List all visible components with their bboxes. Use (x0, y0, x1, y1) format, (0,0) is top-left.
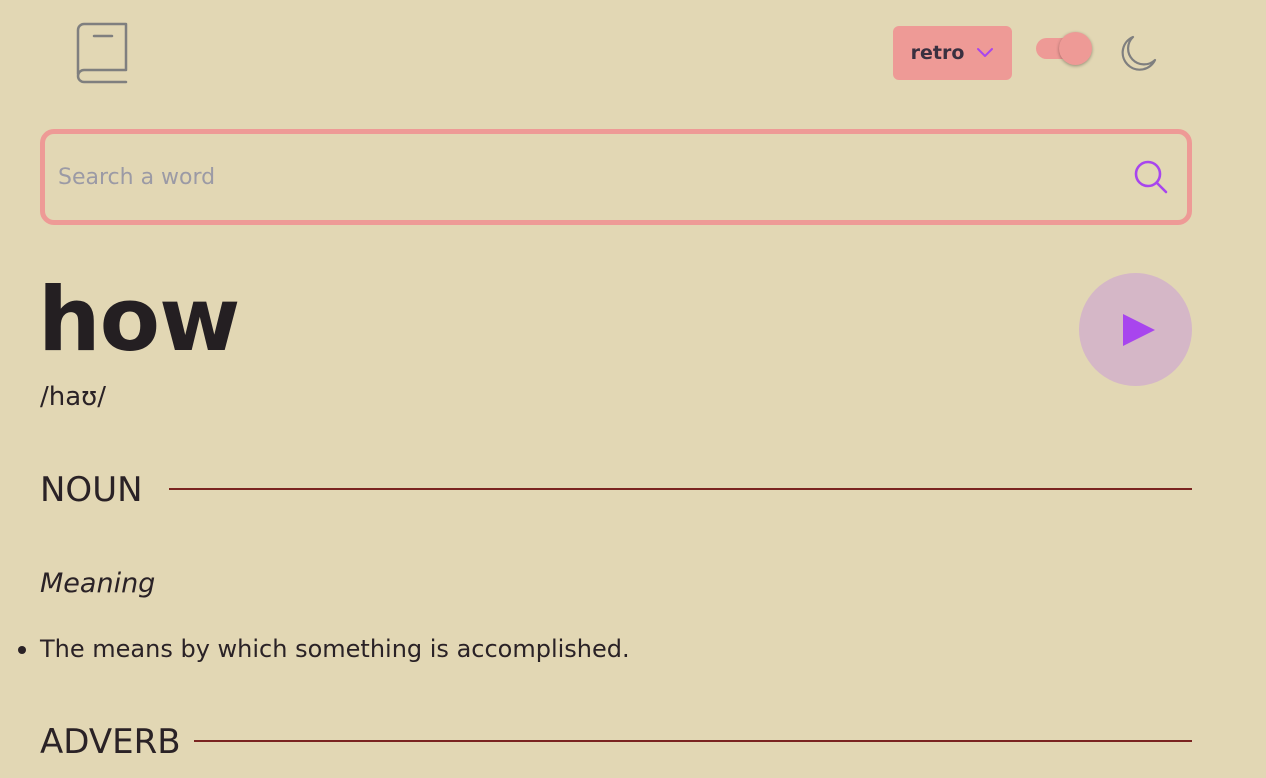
book-icon[interactable] (74, 22, 130, 84)
part-of-speech-noun: NOUN (40, 470, 143, 510)
dark-mode-toggle-knob[interactable] (1059, 32, 1092, 65)
play-button[interactable] (1079, 273, 1192, 386)
play-icon (1122, 313, 1155, 346)
definition-list: The means by which something is accompli… (18, 632, 630, 666)
chevron-down-icon (977, 48, 994, 57)
word-title: how (38, 268, 240, 371)
meaning-label: Meaning (40, 568, 156, 599)
phonetic: /haʊ/ (40, 382, 106, 412)
section-divider (194, 740, 1192, 742)
section-divider (169, 488, 1192, 490)
dictionary-app: retro how /haʊ/ NOUN Meaning The means b… (0, 0, 1266, 778)
theme-select[interactable]: retro (893, 26, 1012, 80)
definition-item: The means by which something is accompli… (18, 632, 630, 666)
theme-select-value: retro (910, 42, 965, 64)
search-box (40, 129, 1192, 225)
search-icon[interactable] (1133, 159, 1169, 195)
search-input[interactable] (45, 134, 1133, 220)
moon-icon (1121, 35, 1157, 71)
part-of-speech-adverb: ADVERB (40, 722, 181, 762)
